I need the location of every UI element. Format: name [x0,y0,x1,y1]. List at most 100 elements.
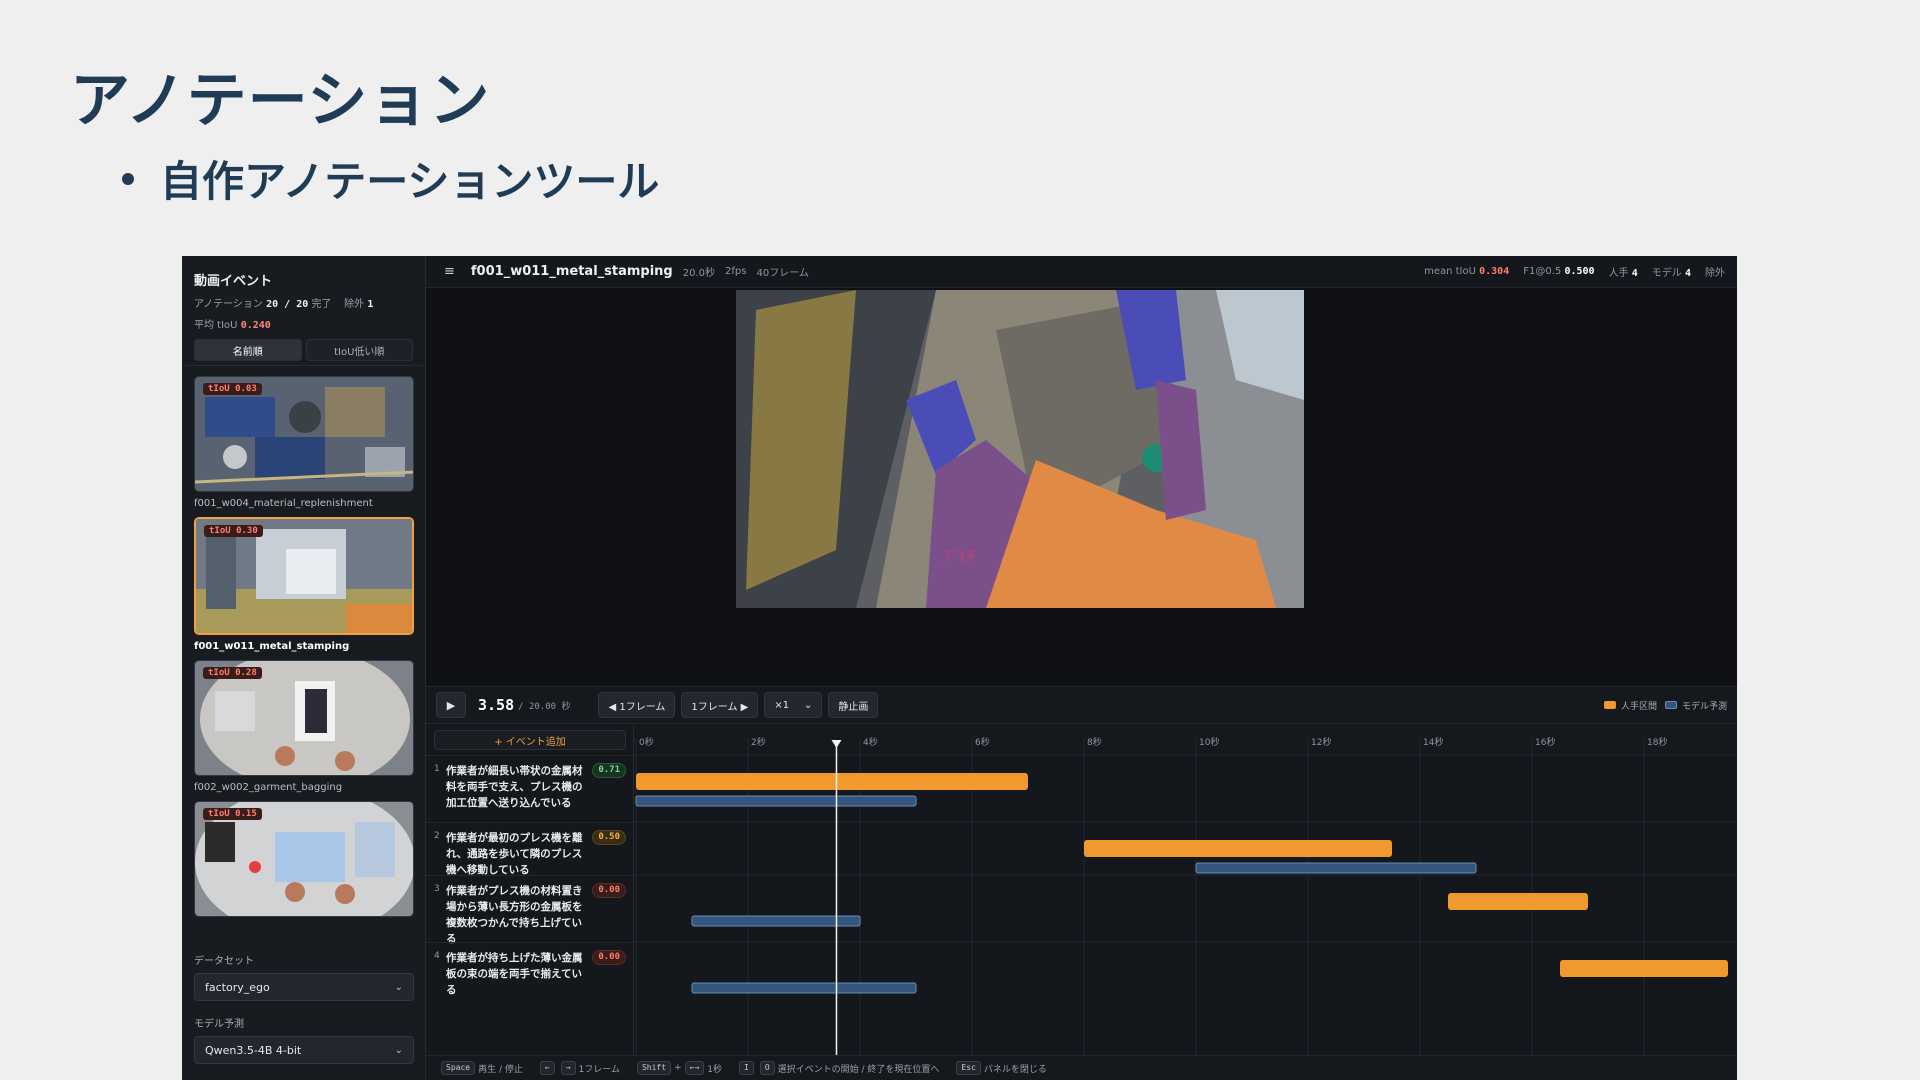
time-ruler [634,724,1737,752]
event-score-badge: 0.00 [592,883,626,898]
event-number: 4 [434,951,440,961]
tick-label: 16秒 [1535,736,1555,748]
legend-swatch-model [1664,701,1677,709]
play-icon: ▶ [446,698,456,712]
event-list: + イベント追加 1 作業者が細長い帯状の金属材料を両手で支え、プレス機の加工位… [426,724,634,1080]
thumbnail-tiou-badge: tIoU 0.28 [203,667,262,679]
add-event-button[interactable]: + イベント追加 [434,730,626,750]
dataset-select[interactable]: factory_ego ⌄ [194,973,414,1001]
slide-title: アノテーション [70,66,491,136]
slide-bullet: 自作アノテーションツール [122,148,659,209]
timeline-chart[interactable]: 0秒 2秒 4秒 6秒 8秒 10秒 12秒 14秒 16秒 18秒 [634,724,1737,1080]
event-row[interactable]: 1 作業者が細長い帯状の金属材料を両手で支え、プレス機の加工位置へ送り込んでいる… [426,755,634,822]
hint-space: Space 再生 / 停止 [438,1061,523,1075]
mean-tiou-value: 0.304 [1479,266,1510,277]
model-label: モデル予測 [194,1019,244,1030]
tick-label: 14秒 [1423,736,1443,748]
video-area: ﾌﾞｲﾁ [426,288,1737,686]
prev-frame-button[interactable]: ◀ 1フレーム [598,692,676,718]
chevron-down-icon: ⌄ [394,1044,403,1056]
hint-esc: Esc パネルを閉じる [953,1061,1047,1075]
annotation-app: 動画イベント アノテーション 20 / 20 完了 除外 1 平均 tIoU 0… [182,256,1737,1080]
tick-label: 2秒 [751,736,766,748]
video-player[interactable]: ﾌﾞｲﾁ [736,290,1304,608]
video-list-item-selected[interactable]: tIoU 0.30 f001_w011_metal_stamping [194,517,414,652]
tick-label: 8秒 [1087,736,1102,748]
event-score-badge: 0.50 [592,830,626,845]
model-interval-bar[interactable] [691,982,917,994]
excluded-value: 1 [367,299,374,310]
human-count-value: 4 [1631,268,1638,279]
speed-select[interactable]: ×1 ⌄ [764,692,823,718]
f1-value: 0.500 [1564,266,1595,277]
mean-tiou-stat: mean tIoU 0.304 [1424,266,1509,277]
timeline-legend: 人手区間 モデル予測 [1596,699,1727,712]
model-interval-bar[interactable] [1195,862,1477,874]
hint-esc-text: パネルを閉じる [983,1064,1047,1075]
play-button[interactable]: ▶ [436,692,466,718]
model-count-stat: モデル 4 [1652,264,1691,279]
video-filename: f001_w011_metal_stamping [470,264,673,279]
video-thumbnail[interactable]: tIoU 0.28 [194,660,414,776]
still-image-button[interactable]: 静止画 [828,692,879,718]
key-i: I [739,1061,754,1075]
model-interval-bar[interactable] [691,915,861,927]
sidebar: 動画イベント アノテーション 20 / 20 完了 除外 1 平均 tIoU 0… [182,256,426,1080]
menu-icon[interactable]: ≡ [444,264,455,279]
sidebar-settings: データセット factory_ego ⌄ モデル予測 Qwen3.5-4B 4-… [182,938,426,1064]
next-frame-button[interactable]: 1フレーム ▶ [681,692,759,718]
video-frame-image: ﾌﾞｲﾁ [736,290,1304,608]
hint-arrows: ← → 1フレーム [537,1061,620,1075]
timeline-svg[interactable]: 0秒 2秒 4秒 6秒 8秒 10秒 12秒 14秒 16秒 18秒 [634,724,1737,1080]
hint-io: I O 選択イベントの開始 / 終了を現在位置へ [736,1061,939,1075]
event-row[interactable]: 3 作業者がプレス機の材料置き場から薄い長方形の金属板を複数枚つかんで持ち上げて… [426,875,634,945]
human-interval-bar[interactable] [1084,840,1392,857]
event-row[interactable]: 2 作業者が最初のプレス機を離れ、通路を歩いて隣のプレス機へ移動している 0.5… [426,822,634,876]
tick-label: 6秒 [975,736,990,748]
tick-label: 0秒 [639,736,654,748]
human-interval-bar[interactable] [636,773,1028,790]
video-thumbnail[interactable]: tIoU 0.15 [194,801,414,917]
video-frames: 40フレーム [756,268,809,279]
video-thumbnail[interactable]: tIoU 0.03 [194,376,414,492]
event-description: 作業者が細長い帯状の金属材料を両手で支え、プレス機の加工位置へ送り込んでいる [446,765,583,809]
keyboard-hints: Space 再生 / 停止 ← → 1フレーム Shift + ←→ 1秒 I … [426,1055,1737,1080]
sort-by-name-button[interactable]: 名前順 [194,339,302,361]
progress-summary: アノテーション 20 / 20 完了 除外 1 [194,295,413,310]
video-list-item[interactable]: tIoU 0.28 f002_w002_garment_bagging [194,660,414,793]
key-o: O [759,1061,775,1075]
sort-by-tiou-button[interactable]: tIoU低い順 [305,339,413,361]
event-score-badge: 0.00 [592,950,626,965]
human-interval-bar[interactable] [1560,960,1728,977]
hint-shift: Shift + ←→ 1秒 [634,1061,722,1075]
key-left: ← [539,1061,555,1075]
tick-label: 4秒 [863,736,878,748]
chevron-down-icon: ⌄ [394,981,403,993]
thumbnail-tiou-badge: tIoU 0.15 [203,808,262,820]
f1-label: F1@0.5 [1523,266,1562,277]
video-list-item[interactable]: tIoU 0.15 [194,801,414,917]
main-panel: ≡ f001_w011_metal_stamping 20.0秒 2fps 40… [426,256,1737,1080]
hint-space-text: 再生 / 停止 [478,1064,523,1075]
hint-io-text: 選択イベントの開始 / 終了を現在位置へ [777,1064,940,1075]
human-count-label: 人手 [1608,268,1629,279]
chevron-down-icon: ⌄ [803,699,813,711]
sort-toggle: 名前順 tIoU低い順 [194,339,413,361]
speed-value: ×1 [774,699,790,711]
human-interval-bar[interactable] [1448,893,1588,910]
progress-suffix: 完了 [311,299,332,310]
event-row[interactable]: 4 作業者が持ち上げた薄い金属板の束の端を両手で揃えている 0.00 [426,942,634,1002]
progress-label: アノテーション [194,299,263,310]
video-list-item[interactable]: tIoU 0.03 f001_w004_material_replenishme… [194,376,414,509]
slide-bullet-text: 自作アノテーションツール [160,157,660,206]
human-count-stat: 人手 4 [1609,264,1638,279]
event-description: 作業者が最初のプレス機を離れ、通路を歩いて隣のプレス機へ移動している [446,832,583,876]
model-select[interactable]: Qwen3.5-4B 4-bit ⌄ [194,1036,414,1064]
key-right: → [560,1061,576,1075]
video-name: f001_w011_metal_stamping [194,641,350,652]
model-interval-bar[interactable] [635,795,917,807]
video-thumbnail-selected[interactable]: tIoU 0.30 [194,517,414,635]
exclude-button[interactable]: 除外 [1705,264,1725,279]
playback-controls: ▶ 3.58 / 20.00 秒 ◀ 1フレーム 1フレーム ▶ ×1 ⌄ 静止… [426,686,1737,724]
legend-swatch-human [1603,701,1616,709]
